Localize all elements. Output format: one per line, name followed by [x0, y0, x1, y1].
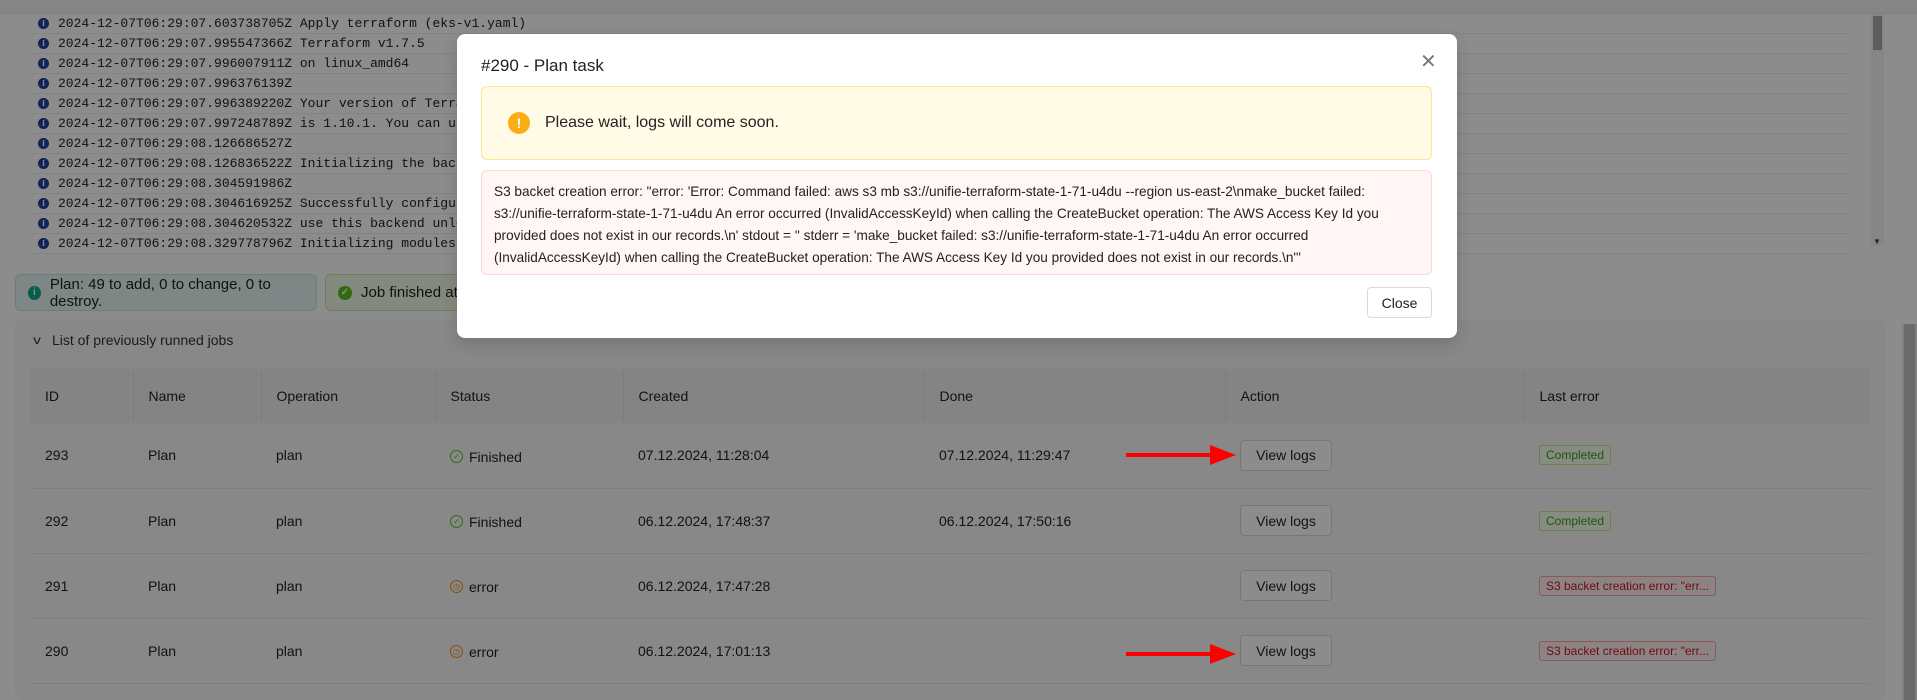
alert-text: Please wait, logs will come soon.	[545, 114, 779, 131]
close-icon[interactable]: ✕	[1420, 49, 1437, 74]
modal-title: #290 - Plan task	[481, 56, 604, 75]
annotation-arrow	[1126, 644, 1236, 664]
wait-alert: ! Please wait, logs will come soon.	[481, 86, 1432, 160]
exclamation-icon: !	[508, 112, 530, 134]
error-message: S3 backet creation error: "error: 'Error…	[481, 170, 1432, 275]
annotation-arrow	[1126, 445, 1236, 465]
plan-task-modal: #290 - Plan task ✕ ! Please wait, logs w…	[457, 34, 1457, 338]
close-button[interactable]: Close	[1367, 287, 1432, 318]
